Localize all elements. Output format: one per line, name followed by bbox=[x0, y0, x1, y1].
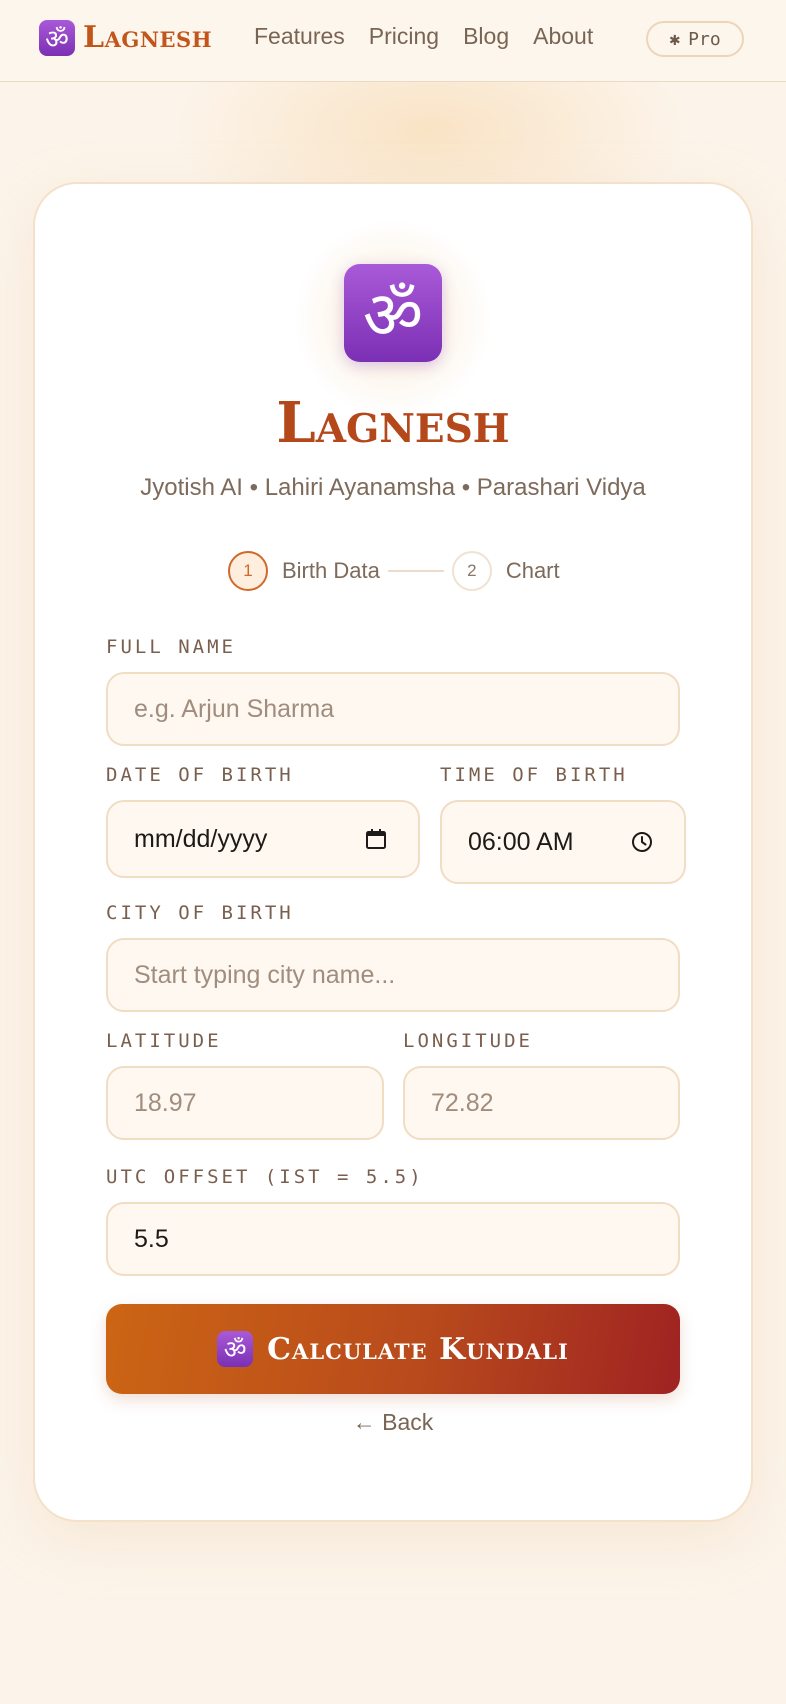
nav-links: Features Pricing Blog About bbox=[254, 20, 617, 52]
latitude-label: LATITUDE bbox=[106, 1030, 222, 1052]
time-of-birth-value: 06:00 AM bbox=[468, 827, 574, 856]
time-of-birth-label: TIME OF BIRTH bbox=[440, 764, 628, 786]
pro-label: Pro bbox=[688, 28, 721, 50]
full-name-label: FULL NAME bbox=[106, 636, 236, 658]
clock-icon[interactable] bbox=[630, 830, 654, 854]
nav-blog[interactable]: Blog bbox=[463, 20, 509, 52]
page-subtitle: Jyotish AI • Lahiri Ayanamsha • Parashar… bbox=[140, 474, 646, 501]
step-2-label: Chart bbox=[505, 558, 560, 583]
progress-stepper: 1 Birth Data 2 Chart bbox=[228, 551, 560, 591]
om-icon: ॐ bbox=[344, 264, 442, 362]
city-of-birth-placeholder: Start typing city name... bbox=[134, 960, 396, 989]
date-of-birth-placeholder: mm/dd/yyyy bbox=[134, 824, 268, 853]
utc-offset-input[interactable]: 5.5 bbox=[106, 1202, 680, 1276]
om-icon: ॐ bbox=[39, 20, 75, 56]
full-name-placeholder: e.g. Arjun Sharma bbox=[134, 694, 335, 723]
utc-offset-label: UTC OFFSET (IST = 5.5) bbox=[106, 1166, 424, 1188]
back-link[interactable]: ← Back bbox=[0, 1406, 786, 1438]
star-icon: ✱ bbox=[669, 28, 681, 50]
step-1-label: Birth Data bbox=[282, 558, 380, 583]
longitude-placeholder: 72.82 bbox=[431, 1088, 494, 1117]
step-connector bbox=[387, 570, 444, 572]
date-of-birth-label: DATE OF BIRTH bbox=[106, 764, 294, 786]
pro-button[interactable]: ✱ Pro bbox=[646, 21, 744, 57]
step-1-indicator: 1 bbox=[228, 551, 268, 591]
full-name-input[interactable]: e.g. Arjun Sharma bbox=[106, 672, 680, 746]
utc-offset-value: 5.5 bbox=[134, 1224, 169, 1253]
page-title: Lagnesh bbox=[276, 390, 510, 456]
brand-logo[interactable]: ॐ Lagnesh bbox=[39, 20, 212, 56]
nav-pricing[interactable]: Pricing bbox=[369, 20, 439, 52]
step-2-indicator: 2 bbox=[451, 551, 492, 591]
time-of-birth-input[interactable]: 06:00 AM bbox=[440, 800, 686, 884]
calculate-kundali-button[interactable]: ॐ Calculate Kundali bbox=[106, 1304, 680, 1394]
city-of-birth-label: CITY OF BIRTH bbox=[106, 902, 294, 924]
calculate-kundali-label: Calculate Kundali bbox=[267, 1331, 569, 1367]
calendar-icon[interactable] bbox=[364, 827, 388, 851]
top-navbar: ॐ Lagnesh Features Pricing Blog About ✱ … bbox=[0, 0, 786, 82]
nav-features[interactable]: Features bbox=[254, 20, 345, 52]
brand-name: Lagnesh bbox=[83, 20, 213, 55]
longitude-label: LONGITUDE bbox=[403, 1030, 533, 1052]
nav-about[interactable]: About bbox=[533, 20, 593, 52]
date-of-birth-input[interactable]: mm/dd/yyyy bbox=[106, 800, 420, 878]
latitude-placeholder: 18.97 bbox=[134, 1088, 197, 1117]
om-icon: ॐ bbox=[217, 1331, 254, 1367]
latitude-input[interactable]: 18.97 bbox=[106, 1066, 384, 1140]
longitude-input[interactable]: 72.82 bbox=[403, 1066, 680, 1140]
city-of-birth-input[interactable]: Start typing city name... bbox=[106, 938, 680, 1012]
